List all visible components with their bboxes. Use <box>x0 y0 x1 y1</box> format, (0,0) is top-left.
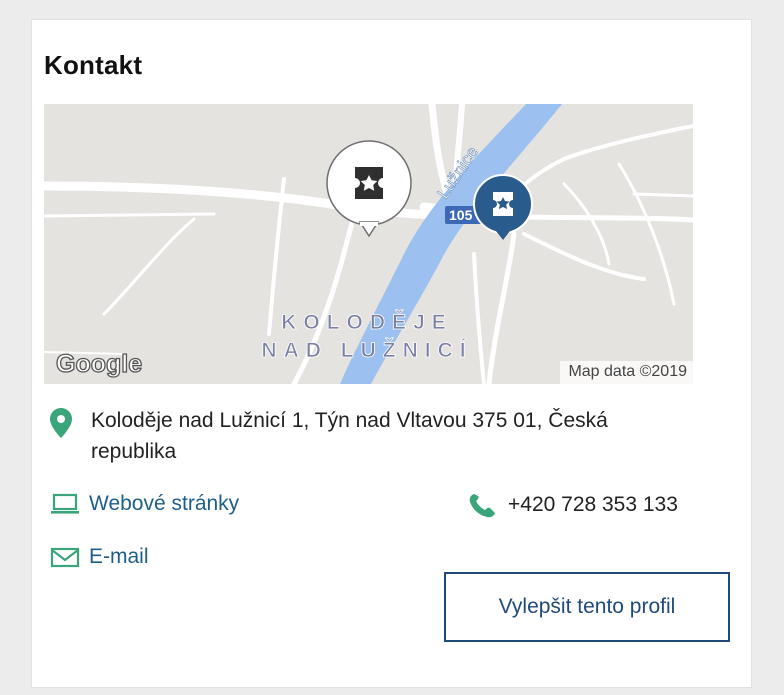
address: Koloděje nad Lužnicí 1, Týn nad Vltavou … <box>91 409 608 463</box>
website-row[interactable]: Webové stránky <box>50 492 239 516</box>
phone-number[interactable]: +420 728 353 133 <box>508 493 678 517</box>
website-link[interactable]: Webové stránky <box>89 492 239 516</box>
envelope-icon <box>50 545 80 569</box>
place-label-line1: KOLODĚJE <box>281 310 453 334</box>
email-row[interactable]: E-mail <box>50 545 149 569</box>
location-pin-icon <box>50 408 72 443</box>
map-attribution[interactable]: Map data ©2019 <box>560 361 693 384</box>
contact-title: Kontakt <box>44 50 143 80</box>
phone-row[interactable]: +420 728 353 133 <box>468 492 678 518</box>
email-link[interactable]: E-mail <box>89 545 149 569</box>
google-logo: Google <box>56 350 142 378</box>
road-number: 105 <box>449 207 473 223</box>
map[interactable]: Lužnice 105 KOLODĚJE NAD LUŽNICÍ Google … <box>44 104 693 384</box>
map-canvas[interactable]: Lužnice 105 KOLODĚJE NAD LUŽNICÍ Google <box>44 104 693 384</box>
phone-icon <box>468 492 496 518</box>
improve-profile-button[interactable]: Vylepšit tento profil <box>444 572 730 642</box>
laptop-icon <box>50 492 80 516</box>
place-label-line2: NAD LUŽNICÍ <box>261 338 472 362</box>
